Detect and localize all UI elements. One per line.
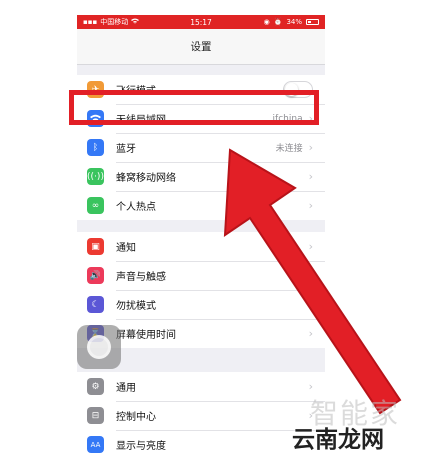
- screenshot-stage: ▪▪▪ 中国移动 15:17 ◉ ⏰ 34% 设置 ✈ 飞行模式 无线局域网 j…: [0, 0, 427, 459]
- pointer-arrow-icon: [223, 148, 402, 415]
- watermark-bottom: 云南龙网: [292, 427, 384, 453]
